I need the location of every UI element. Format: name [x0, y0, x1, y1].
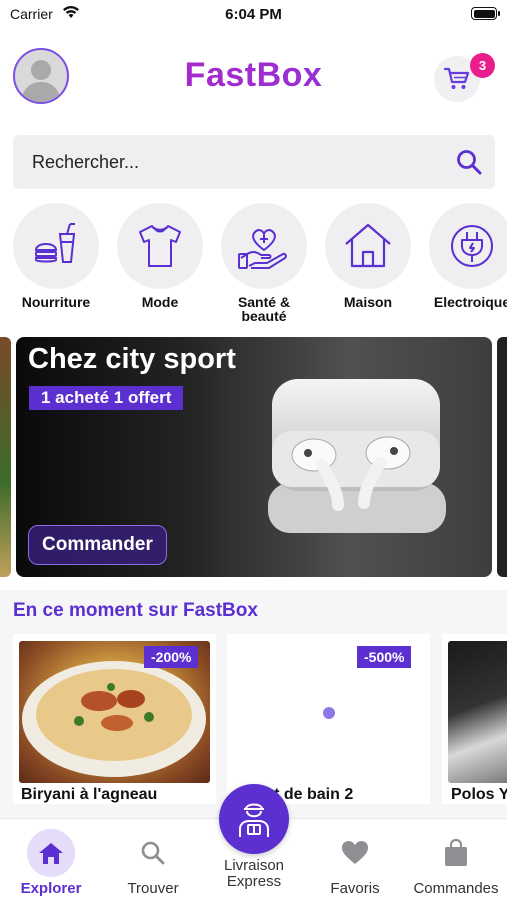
airpods-image: [268, 379, 446, 533]
category-label: Maison: [343, 294, 393, 310]
discount-badge: -200%: [144, 646, 199, 668]
product-name: Biryani à l'agneau: [21, 786, 158, 803]
tab-label: Explorer: [20, 880, 82, 897]
tab-label: Trouver: [127, 880, 179, 897]
banner-title: Chez city sport: [28, 343, 236, 375]
tab-explorer[interactable]: Explorer: [1, 829, 101, 897]
home-icon: [39, 843, 63, 864]
discount-badge: -500%: [357, 646, 412, 668]
category-label: Santé & beauté: [237, 294, 291, 324]
product-card[interactable]: -500% ...ot de bain 2: [227, 634, 430, 804]
tab-trouver[interactable]: Trouver: [103, 829, 203, 897]
section-title: En ce moment sur FastBox: [13, 600, 258, 621]
delivery-man-icon: [239, 803, 269, 837]
product-card[interactable]: -200% Biryani à l'agneau: [13, 634, 216, 804]
heart-icon: [342, 841, 368, 864]
status-bar: Carrier 6:04 PM: [0, 0, 507, 28]
category-fashion[interactable]: Mode: [116, 203, 204, 309]
banner-offer-tag: 1 acheté 1 offert: [29, 386, 184, 410]
search-icon: [141, 841, 165, 865]
category-food[interactable]: Nourriture: [12, 203, 100, 309]
express-delivery-button[interactable]: [219, 784, 289, 854]
health-hand-icon: [238, 229, 287, 269]
category-label: Mode: [141, 294, 179, 310]
clock: 6:04 PM: [225, 6, 282, 23]
tshirt-icon: [139, 225, 181, 267]
product-card[interactable]: Polos Y: [442, 634, 507, 804]
tab-label: Commandes: [413, 880, 499, 897]
category-electronics[interactable]: Electroique: [428, 203, 507, 309]
category-label: Electroique: [433, 294, 507, 310]
category-label: Nourriture: [21, 294, 91, 310]
category-home[interactable]: Maison: [324, 203, 412, 309]
tab-favoris[interactable]: Favoris: [305, 829, 405, 897]
order-button[interactable]: Commander: [28, 525, 167, 565]
banner-peek-right[interactable]: [497, 337, 507, 577]
search-icon[interactable]: [455, 148, 483, 176]
plug-icon: [451, 225, 493, 267]
banner-peek-left[interactable]: [0, 337, 11, 577]
battery-icon: [471, 7, 500, 20]
food-icon: [34, 223, 76, 263]
loading-indicator: [323, 707, 335, 719]
cart-count-badge: 3: [470, 53, 495, 78]
product-image: [448, 641, 507, 783]
app-logo: FastBox: [0, 56, 507, 95]
category-health-beauty[interactable]: Santé & beauté: [220, 203, 308, 323]
promo-banner[interactable]: Chez city sport 1 acheté 1 offert Comman…: [16, 337, 492, 577]
express-delivery-label: Livraison Express: [223, 857, 285, 890]
tab-commandes[interactable]: Commandes: [406, 829, 506, 897]
cart-icon: [444, 67, 470, 89]
product-name: Polos Y: [451, 786, 507, 803]
search-bar[interactable]: Rechercher...: [13, 135, 495, 189]
house-icon: [345, 223, 391, 268]
shopping-bag-icon: [445, 839, 467, 866]
tab-label: Favoris: [330, 880, 380, 897]
search-input[interactable]: Rechercher...: [32, 152, 139, 173]
